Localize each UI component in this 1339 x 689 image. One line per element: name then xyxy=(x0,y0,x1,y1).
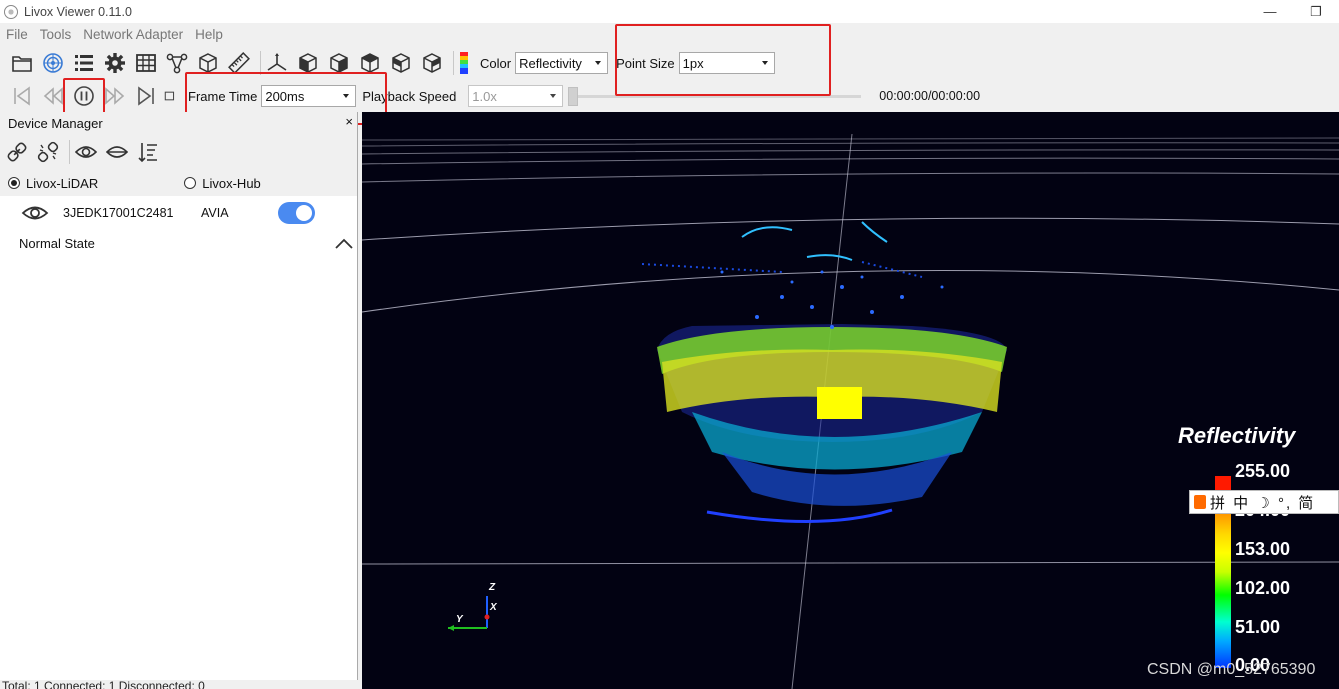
radar-icon[interactable] xyxy=(40,50,66,76)
minimize-button[interactable]: — xyxy=(1247,0,1293,23)
playback-time-readout: 00:00:00/00:00:00 xyxy=(879,89,981,103)
radio-livox-lidar[interactable]: Livox-LiDAR xyxy=(8,176,98,191)
radio-livox-hub-label: Livox-Hub xyxy=(202,175,261,191)
ime-logo-icon xyxy=(1194,495,1206,509)
menu-help[interactable]: Help xyxy=(189,27,229,42)
view-back-cube-icon[interactable] xyxy=(388,50,414,76)
radio-unselected-indicator xyxy=(184,177,197,189)
close-icon[interactable]: × xyxy=(345,114,353,129)
skip-to-end-icon[interactable] xyxy=(133,83,159,109)
colorbar-label-5: 51.00 xyxy=(1235,617,1281,637)
record-icon[interactable] xyxy=(164,83,178,109)
sort-list-icon[interactable] xyxy=(135,139,161,165)
title-bar: Livox Viewer 0.11.0 — ❐ xyxy=(0,0,1339,23)
dropdown-arrow-icon xyxy=(550,94,557,98)
device-state-row[interactable]: Normal State xyxy=(0,230,357,258)
point-cloud-viewport[interactable]: Z X Y Reflectivity 255.00 204.00 153.00 … xyxy=(362,112,1339,689)
playback-speed-value: 1.0x xyxy=(472,88,497,104)
axis-label-z: Z xyxy=(489,582,496,593)
restore-button[interactable]: ❐ xyxy=(1293,0,1339,23)
device-manager-panel: Device Manager × Livox-LiDAR Livox-Hub 3… xyxy=(0,112,358,689)
menu-tools[interactable]: Tools xyxy=(34,27,78,42)
device-type-radio-group: Livox-LiDAR Livox-Hub xyxy=(0,170,357,196)
device-list-item[interactable]: 3JEDK17001C2481 AVIA xyxy=(0,196,357,230)
open-folder-icon[interactable] xyxy=(9,50,35,76)
playback-speed-select[interactable]: 1.0x xyxy=(468,85,564,107)
toolbar-separator xyxy=(453,51,454,75)
device-manager-toolbar xyxy=(0,134,357,170)
gear-icon[interactable] xyxy=(102,50,128,76)
dropdown-arrow-icon xyxy=(595,61,602,65)
radio-selected-indicator xyxy=(8,177,20,189)
color-label: Color xyxy=(480,55,512,71)
fast-forward-icon[interactable] xyxy=(102,83,128,109)
livox-app-icon xyxy=(4,4,18,19)
device-state-label: Normal State xyxy=(19,236,95,251)
colorbar-label-max: 255.00 xyxy=(1235,461,1291,481)
unlink-icon[interactable] xyxy=(35,139,61,165)
axis-label-y: Y xyxy=(456,614,463,625)
menu-network-adapter[interactable]: Network Adapter xyxy=(77,27,189,42)
list-icon[interactable] xyxy=(71,50,97,76)
table-icon[interactable] xyxy=(133,50,159,76)
connection-status: Total: 1 Connected: 1 Disconnected: 0 xyxy=(2,680,205,689)
color-mode-select[interactable]: Reflectivity xyxy=(515,52,609,74)
menu-file[interactable]: File xyxy=(0,27,34,42)
radio-livox-hub[interactable]: Livox-Hub xyxy=(184,176,261,191)
toolbar-separator xyxy=(69,140,70,164)
window-title: Livox Viewer 0.11.0 xyxy=(24,4,132,19)
eye-icon[interactable] xyxy=(73,139,99,165)
highlight-box-point-size xyxy=(615,24,831,96)
device-manager-header: Device Manager × xyxy=(0,112,357,134)
device-enable-toggle[interactable] xyxy=(278,202,315,224)
colorbar-label-3: 153.00 xyxy=(1235,539,1291,559)
ime-toolbar[interactable]: 拼 中 ☽ °, 简 xyxy=(1189,490,1339,514)
point-cloud-scene[interactable] xyxy=(362,112,1339,689)
ime-text: 拼 中 ☽ °, 简 xyxy=(1210,494,1316,512)
chevron-up-icon[interactable] xyxy=(334,236,354,250)
color-mode-value: Reflectivity xyxy=(519,55,582,71)
point-cloud-points xyxy=(641,221,1007,523)
status-bar: Total: 1 Connected: 1 Disconnected: 0 xyxy=(0,680,358,689)
device-manager-title: Device Manager xyxy=(8,115,103,131)
highlight-box-pause xyxy=(63,78,105,114)
skip-to-start-icon[interactable] xyxy=(9,83,35,109)
radio-livox-lidar-label: Livox-LiDAR xyxy=(26,175,99,191)
window-controls: — ❐ xyxy=(1247,0,1339,23)
playback-slider-handle[interactable] xyxy=(568,86,579,106)
device-type: AVIA xyxy=(201,206,229,220)
colorbar-label-4: 102.00 xyxy=(1235,578,1291,598)
orientation-axes xyxy=(448,596,490,631)
view-bottom-cube-icon[interactable] xyxy=(419,50,445,76)
color-palette-icon xyxy=(457,50,471,76)
eye-icon[interactable] xyxy=(20,199,50,227)
link-icon[interactable] xyxy=(4,139,30,165)
device-serial: 3JEDK17001C2481 xyxy=(63,206,174,220)
reflectivity-legend-title: Reflectivity xyxy=(1178,423,1296,448)
axis-label-x: X xyxy=(490,602,497,613)
eye-closed-icon[interactable] xyxy=(104,139,130,165)
csdn-watermark: CSDN @m0_52765390 xyxy=(1147,661,1316,678)
